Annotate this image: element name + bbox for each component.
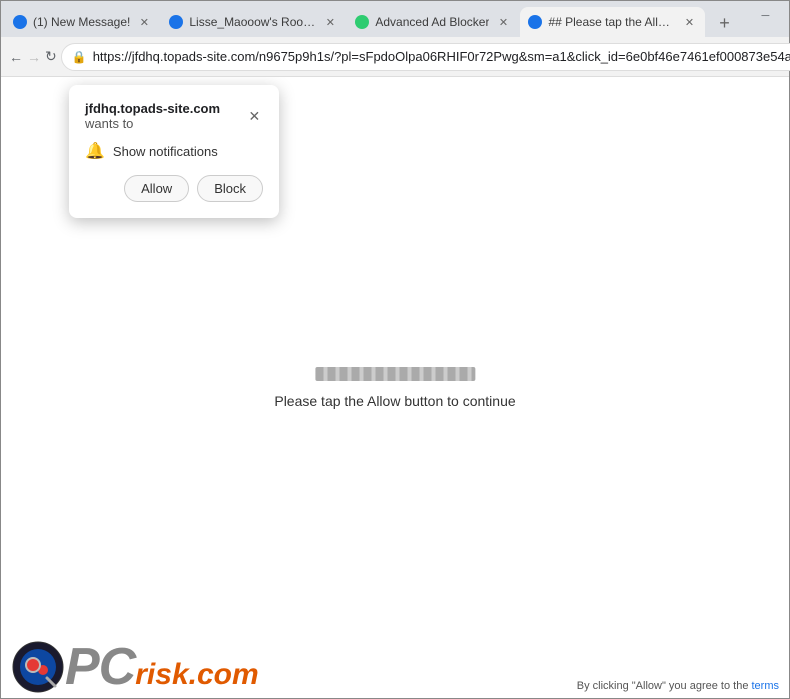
forward-button[interactable]: → (27, 43, 41, 71)
tab-4[interactable]: ## Please tap the Allow butto... ✕ (520, 7, 705, 37)
tab-2-favicon (169, 15, 183, 29)
lock-icon: 🔒 (72, 50, 87, 64)
popup-buttons: Allow Block (85, 175, 263, 202)
tab-1[interactable]: (1) New Message! ✕ (5, 7, 160, 37)
toolbar: ← → ↻ 🔒 https://jfdhq.topads-site.com/n9… (1, 37, 789, 77)
pcrisk-logo-icon (11, 640, 65, 694)
block-button[interactable]: Block (197, 175, 263, 202)
reload-button[interactable]: ↻ (45, 43, 57, 71)
page-center: Please tap the Allow button to continue (274, 367, 515, 409)
tab-3-label: Advanced Ad Blocker (375, 15, 489, 29)
progress-bar (315, 367, 475, 381)
bell-icon: 🔔 (85, 141, 105, 161)
url-text: https://jfdhq.topads-site.com/n9675p9h1s… (93, 49, 790, 64)
notification-popup: jfdhq.topads-site.com wants to ✕ 🔔 Show … (69, 85, 279, 218)
tab-4-favicon (528, 15, 542, 29)
popup-header: jfdhq.topads-site.com wants to ✕ (85, 101, 263, 131)
tab-3-close[interactable]: ✕ (495, 14, 511, 30)
tab-1-close[interactable]: ✕ (136, 14, 152, 30)
tab-2-close[interactable]: ✕ (322, 14, 338, 30)
content-area: jfdhq.topads-site.com wants to ✕ 🔔 Show … (1, 77, 789, 698)
allow-button[interactable]: Allow (124, 175, 189, 202)
tab-2-label: Lisse_Maooow's Room @ Che... (189, 15, 316, 29)
tab-1-favicon (13, 15, 27, 29)
popup-close-button[interactable]: ✕ (246, 106, 263, 126)
window-controls: ─ □ ✕ (742, 1, 790, 37)
popup-notification-row: 🔔 Show notifications (85, 141, 263, 161)
tab-1-label: (1) New Message! (33, 15, 130, 29)
minimize-button[interactable]: ─ (742, 1, 788, 31)
tab-bar: (1) New Message! ✕ Lisse_Maooow's Room @… (1, 1, 742, 37)
tab-3[interactable]: Advanced Ad Blocker ✕ (347, 7, 519, 37)
tab-3-favicon (355, 15, 369, 29)
risk-text: risk.com (135, 660, 258, 690)
tab-2[interactable]: Lisse_Maooow's Room @ Che... ✕ (161, 7, 346, 37)
pcrisk-text: PC risk.com (65, 641, 259, 693)
tab-4-label: ## Please tap the Allow butto... (548, 15, 675, 29)
terms-link[interactable]: terms (752, 680, 780, 692)
browser-frame: (1) New Message! ✕ Lisse_Maooow's Room @… (1, 1, 789, 698)
footer-brand: PC risk.com (11, 640, 259, 694)
footer-terms: By clicking "Allow" you agree to the ter… (577, 680, 779, 692)
address-bar[interactable]: 🔒 https://jfdhq.topads-site.com/n9675p9h… (61, 43, 790, 71)
page-instruction: Please tap the Allow button to continue (274, 393, 515, 409)
popup-site-title: jfdhq.topads-site.com wants to (85, 101, 246, 131)
tab-4-close[interactable]: ✕ (681, 14, 697, 30)
popup-message: Show notifications (113, 144, 218, 159)
back-button[interactable]: ← (9, 43, 23, 71)
pc-text: PC (65, 641, 135, 693)
new-tab-button[interactable]: + (710, 9, 738, 37)
